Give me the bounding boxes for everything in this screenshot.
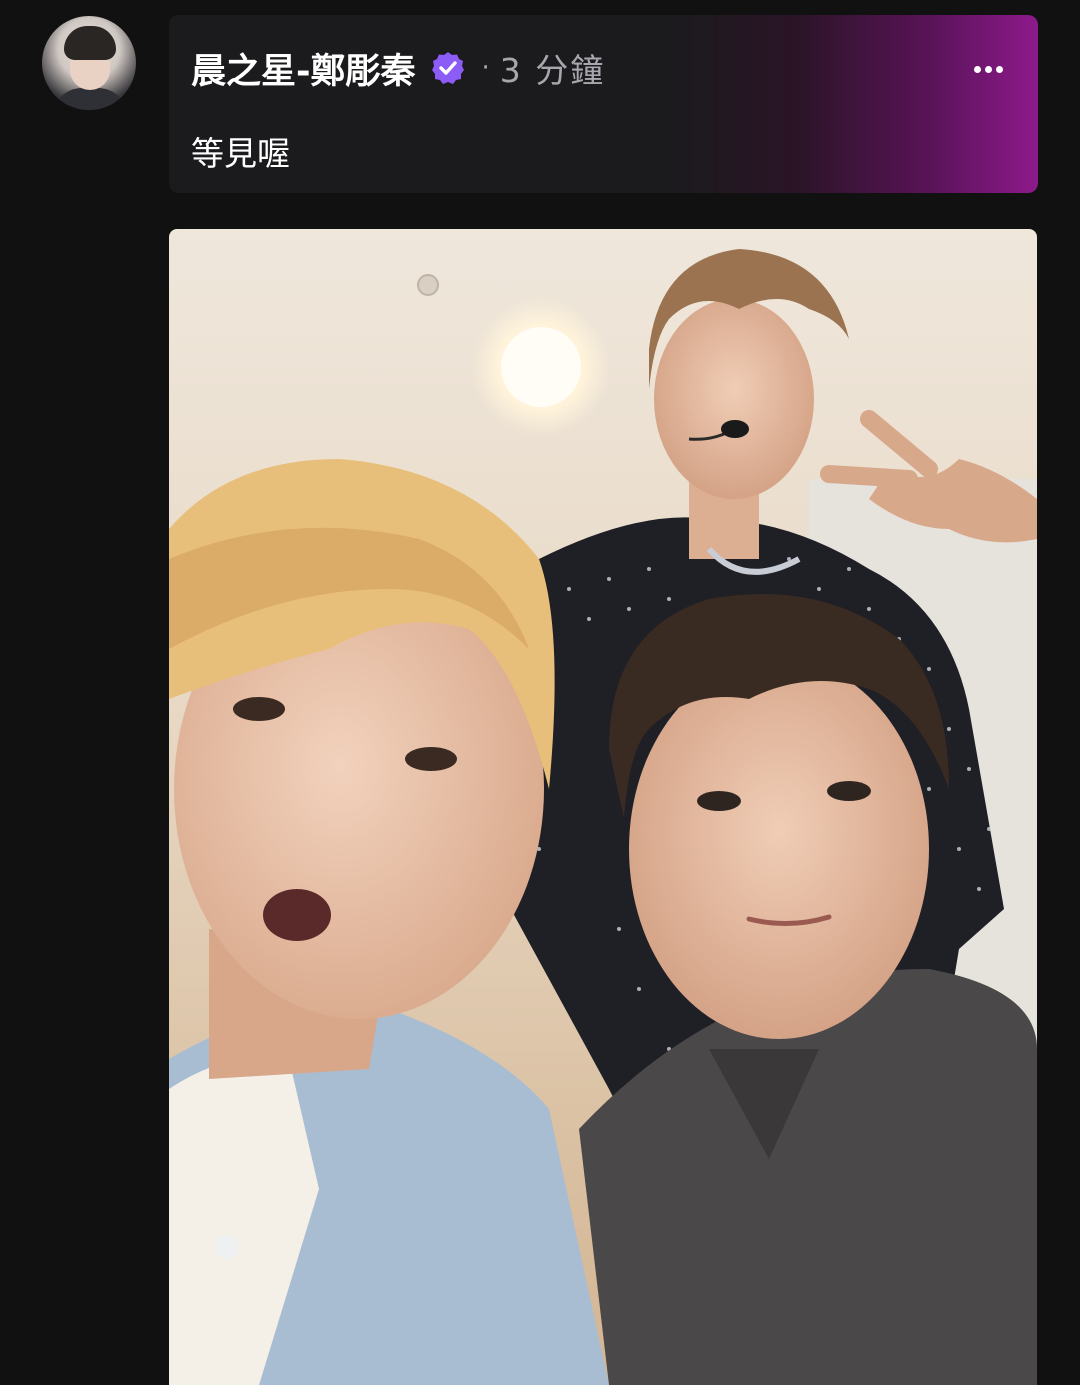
peace-finger-1	[860, 410, 938, 478]
avatar-hair	[64, 26, 116, 60]
author-name[interactable]: 晨之星-鄭彫秦	[191, 43, 416, 94]
more-options-button[interactable]	[968, 49, 1008, 89]
back-person-face	[654, 299, 814, 499]
author-avatar[interactable]	[42, 16, 136, 110]
right-person-eye-right	[827, 781, 871, 801]
left-person-shirt-button	[215, 1235, 239, 1259]
more-options-icon	[973, 65, 981, 73]
right-person-eye-left	[697, 791, 741, 811]
avatar-shirt	[52, 88, 128, 110]
more-dot	[995, 65, 1003, 73]
ceiling-sensor	[417, 274, 439, 296]
left-person-eye-right	[405, 747, 457, 771]
left-person-eye-left	[233, 697, 285, 721]
back-person-mic-head	[721, 420, 749, 438]
meta-separator: ·	[481, 53, 490, 83]
right-person-face	[629, 659, 929, 1039]
post-header: 晨之星-鄭彫秦 · 3 分鐘 等見喔	[169, 15, 1038, 193]
post-photo[interactable]	[169, 229, 1037, 1385]
post-text: 等見喔	[191, 134, 290, 173]
left-person-mouth	[263, 889, 331, 941]
more-dot	[984, 65, 992, 73]
post-timestamp: 3 分鐘	[499, 51, 606, 90]
author-row: 晨之星-鄭彫秦 · 3 分鐘	[191, 43, 606, 94]
ceiling-light-bulb	[501, 327, 581, 407]
peace-finger-2	[820, 465, 918, 488]
verified-badge-icon	[430, 50, 466, 86]
photo-illustration	[169, 249, 1037, 1385]
